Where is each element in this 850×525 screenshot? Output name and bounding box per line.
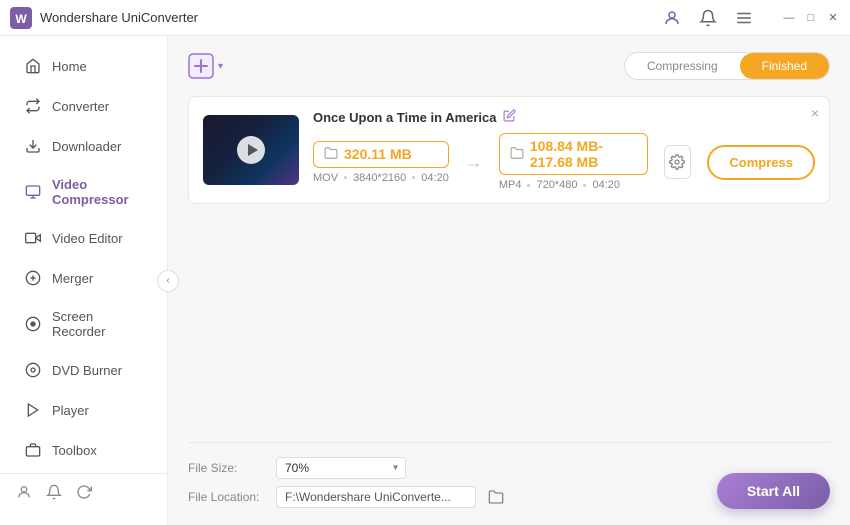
bell-icon[interactable] [694,4,722,32]
source-size-text: 320.11 MB [344,146,412,162]
sidebar-item-player[interactable]: Player [6,391,161,429]
target-duration: 04:20 [592,179,620,191]
sidebar-item-video-editor[interactable]: Video Editor [6,219,161,257]
file-card: × Once Upon a Time in America [188,96,830,204]
sidebar-label-downloader: Downloader [52,139,121,154]
source-size-box: 320.11 MB [313,141,449,168]
sidebar-label-video-compressor: Video Compressor [52,177,143,207]
file-size-select-wrapper: 50% 60% 70% 80% 90% [276,457,406,479]
meta-dot-3 [527,184,530,187]
sidebar-label-video-editor: Video Editor [52,231,123,246]
svg-text:W: W [15,12,27,26]
source-resolution: 3840*2160 [353,172,406,184]
sidebar-item-downloader[interactable]: Downloader [6,127,161,165]
sidebar-label-dvd-burner: DVD Burner [52,363,122,378]
dvd-burner-icon [24,361,42,379]
tab-finished[interactable]: Finished [740,53,829,79]
user-bottom-icon[interactable] [16,484,32,505]
sidebar-label-player: Player [52,403,89,418]
sidebar-label-screen-recorder: Screen Recorder [52,309,143,339]
main-layout: Home Converter Downloader Video Compress… [0,36,850,525]
meta-dot-4 [583,184,586,187]
edit-title-icon[interactable] [503,109,516,125]
sidebar: Home Converter Downloader Video Compress… [0,36,168,525]
file-title-text: Once Upon a Time in America [313,110,497,125]
sidebar-item-video-compressor[interactable]: Video Compressor [6,167,161,217]
refresh-bottom-icon[interactable] [76,484,92,505]
screen-recorder-icon [24,315,42,333]
start-all-button[interactable]: Start All [717,473,830,509]
add-files-button[interactable]: ▾ [188,53,223,79]
sidebar-item-home[interactable]: Home [6,47,161,85]
sidebar-item-dvd-burner[interactable]: DVD Burner [6,351,161,389]
video-editor-icon [24,229,42,247]
sidebar-bottom-icons [0,473,167,515]
sidebar-label-toolbox: Toolbox [52,443,97,458]
video-compressor-icon [24,183,42,201]
maximize-button[interactable]: □ [804,11,818,25]
titlebar-controls: — □ ✕ [658,4,840,32]
user-icon[interactable] [658,4,686,32]
file-thumbnail[interactable] [203,115,299,185]
file-title-row: Once Upon a Time in America [313,109,815,125]
tab-group: Compressing Finished [624,52,830,80]
compress-info-row: 320.11 MB MOV 3840*2160 04:20 → [313,133,815,191]
sidebar-label-merger: Merger [52,271,93,286]
sidebar-item-converter[interactable]: Converter [6,87,161,125]
sidebar-item-screen-recorder[interactable]: Screen Recorder [6,299,161,349]
add-files-dropdown-icon: ▾ [218,61,223,72]
merger-icon [24,269,42,287]
home-icon [24,57,42,75]
titlebar: W Wondershare UniConverter — □ ✕ [0,0,850,36]
file-location-label: File Location: [188,490,268,504]
downloader-icon [24,137,42,155]
source-meta-row: MOV 3840*2160 04:20 [313,172,449,184]
target-format: MP4 [499,179,522,191]
menu-icon[interactable] [730,4,758,32]
target-size-block: 108.84 MB-217.68 MB MP4 720*480 04:20 [499,133,648,191]
close-button[interactable]: ✕ [826,11,840,25]
file-card-close-button[interactable]: × [811,105,819,121]
tab-compressing[interactable]: Compressing [625,53,740,79]
source-duration: 04:20 [421,172,449,184]
content-area: ▾ Compressing Finished × Once Upon a Tim… [168,36,850,525]
target-size-box: 108.84 MB-217.68 MB [499,133,648,175]
source-size-block: 320.11 MB MOV 3840*2160 04:20 [313,141,449,184]
file-size-label: File Size: [188,461,268,475]
converter-icon [24,97,42,115]
play-button[interactable] [237,136,265,164]
top-bar: ▾ Compressing Finished [188,52,830,80]
sidebar-item-merger[interactable]: Merger [6,259,161,297]
sidebar-item-toolbox[interactable]: Toolbox [6,431,161,469]
source-format: MOV [313,172,338,184]
source-folder-icon [324,146,338,163]
meta-dot-2 [412,176,415,179]
bell-bottom-icon[interactable] [46,484,62,505]
sidebar-label-home: Home [52,59,87,74]
meta-dot-1 [344,176,347,179]
target-size-text: 108.84 MB-217.68 MB [530,138,637,170]
target-meta-row: MP4 720*480 04:20 [499,179,648,191]
settings-button[interactable] [664,145,692,179]
file-path-text: F:\Wondershare UniConverte... [276,486,476,508]
sidebar-collapse-button[interactable]: ‹ [157,270,179,292]
open-folder-button[interactable] [484,485,508,509]
minimize-button[interactable]: — [782,11,796,25]
compress-button[interactable]: Compress [707,145,815,180]
compress-arrow-icon: → [465,152,483,173]
app-logo: W [10,7,32,29]
target-folder-icon [510,146,524,163]
file-size-select[interactable]: 50% 60% 70% 80% 90% [276,457,406,479]
app-title: Wondershare UniConverter [40,10,658,25]
file-info: Once Upon a Time in America 320.11 MB [313,109,815,191]
player-icon [24,401,42,419]
target-resolution: 720*480 [536,179,577,191]
toolbox-icon [24,441,42,459]
sidebar-label-converter: Converter [52,99,109,114]
